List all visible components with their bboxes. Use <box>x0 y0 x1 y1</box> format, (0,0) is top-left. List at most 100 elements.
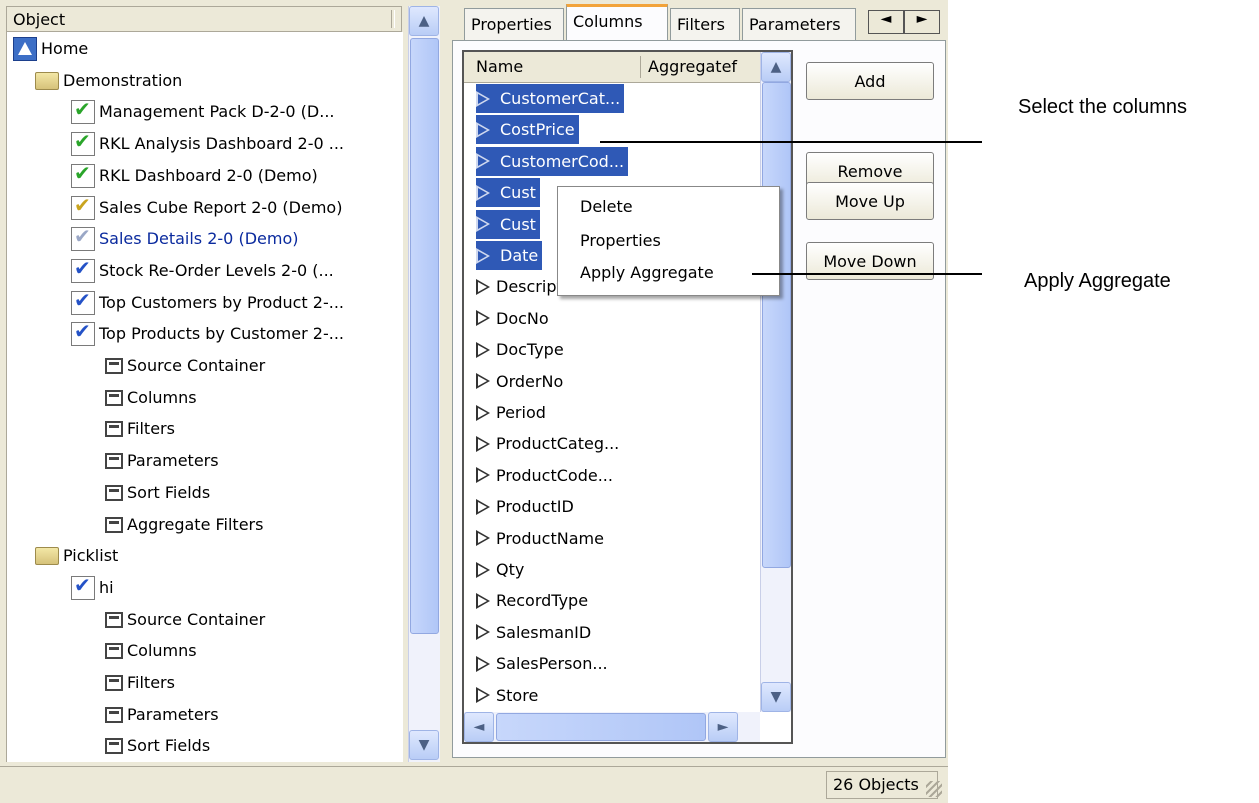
context-menu: Delete Properties Apply Aggregate <box>557 186 780 296</box>
column-row[interactable]: ProductCode... <box>476 461 613 490</box>
column-field-icon <box>476 278 490 295</box>
tree-item[interactable]: Parameters <box>105 446 219 476</box>
column-row[interactable]: Cust <box>476 209 540 239</box>
column-row[interactable]: Date <box>476 241 543 270</box>
column-row[interactable]: RecordType <box>476 586 588 615</box>
columns-scroll-left-button[interactable]: ◄ <box>464 712 494 742</box>
tab-filters[interactable]: Filters <box>670 8 740 40</box>
column-row[interactable]: CustomerCod... <box>476 146 629 176</box>
tree-scrollbar[interactable]: ▲ ▼ <box>408 6 440 762</box>
column-row[interactable]: DocNo <box>476 304 549 333</box>
tree-item[interactable]: RKL Dashboard 2-0 (Demo) <box>71 161 318 191</box>
tree-scroll-thumb[interactable] <box>410 38 439 634</box>
column-row[interactable]: SalesmanID <box>476 618 591 647</box>
column-field-icon <box>476 310 490 327</box>
column-field-icon <box>476 687 490 704</box>
column-row[interactable]: OrderNo <box>476 367 563 396</box>
add-button[interactable]: Add <box>806 62 934 100</box>
node-icon <box>105 516 123 533</box>
tab-parameters[interactable]: Parameters <box>742 8 856 40</box>
tree-item[interactable]: Home <box>13 34 88 64</box>
tree-item[interactable]: Management Pack D-2-0 (D... <box>71 97 335 127</box>
columns-scroll-up-button[interactable]: ▲ <box>761 52 791 82</box>
column-row[interactable]: CustomerCat... <box>476 84 625 113</box>
tree-item-label: Parameters <box>127 451 219 471</box>
column-field-icon <box>476 530 490 547</box>
column-field-icon <box>476 498 490 515</box>
tree-scroll-up-button[interactable]: ▲ <box>409 6 439 36</box>
tree-item-label: Home <box>41 39 89 58</box>
tab-properties[interactable]: Properties <box>464 8 564 40</box>
columns-list-header: Name Aggregatef <box>464 52 764 83</box>
columns-vscrollbar[interactable]: ▲ ▼ <box>760 52 791 712</box>
tree-item[interactable]: Sort Fields <box>105 478 210 508</box>
tree-item[interactable]: Stock Re-Order Levels 2-0 (... <box>71 256 334 286</box>
column-row[interactable]: Qty <box>476 555 524 584</box>
tree-item[interactable]: Parameters <box>105 700 219 730</box>
tree-item[interactable]: Source Container <box>105 351 265 381</box>
tree-item[interactable]: RKL Analysis Dashboard 2-0 ... <box>71 129 344 159</box>
tree-item-label: Columns <box>127 641 197 661</box>
column-field-icon <box>476 373 490 390</box>
tree-item[interactable]: Sort Fields <box>105 731 210 761</box>
column-row[interactable]: DocType <box>476 335 564 364</box>
column-row[interactable]: CostPrice <box>476 115 579 145</box>
columns-scroll-right-button[interactable]: ► <box>708 712 738 742</box>
tree-item-label: RKL Analysis Dashboard 2-0 ... <box>99 134 344 154</box>
column-row[interactable]: Period <box>476 398 546 427</box>
context-menu-item-properties[interactable]: Properties <box>580 231 661 250</box>
tree-item[interactable]: Filters <box>105 668 175 698</box>
tree-item[interactable]: Sales Cube Report 2-0 (Demo) <box>71 193 342 223</box>
tree-item[interactable]: Top Customers by Product 2-... <box>71 288 344 318</box>
column-resize-handle[interactable] <box>391 10 395 28</box>
home-icon <box>13 37 37 61</box>
tree-item[interactable]: Demonstration <box>35 66 182 96</box>
tree-item[interactable]: Picklist <box>35 541 118 571</box>
tree-item[interactable]: Columns <box>105 636 197 666</box>
column-row-label: Store <box>496 685 539 705</box>
tab-columns[interactable]: Columns <box>566 4 668 42</box>
columns-scroll-thumb[interactable] <box>762 82 791 568</box>
columns-list[interactable]: Name Aggregatef CustomerCat... CostPrice C… <box>462 50 793 744</box>
node-icon <box>105 643 123 660</box>
column-row-label: ProductCateg... <box>496 434 620 454</box>
tree-item-label: hi <box>99 577 114 597</box>
column-row[interactable]: ProductID <box>476 492 574 521</box>
report-blue-icon <box>71 288 95 315</box>
move-up-button[interactable]: Move Up <box>806 182 934 220</box>
column-row[interactable]: ProductCateg... <box>476 429 619 458</box>
tree-item[interactable]: Aggregate Filters <box>105 510 263 540</box>
columns-hscroll-thumb[interactable] <box>496 713 706 741</box>
resize-grip-icon[interactable] <box>926 781 942 797</box>
column-header-aggregate[interactable]: Aggregatef <box>648 57 737 76</box>
tree-item[interactable]: Sales Details 2-0 (Demo) <box>71 224 298 254</box>
node-icon <box>105 706 123 723</box>
tree-item-label: Management Pack D-2-0 (D... <box>99 102 335 122</box>
context-menu-item-delete[interactable]: Delete <box>580 197 633 216</box>
column-field-icon <box>476 435 490 452</box>
tree-item[interactable]: Columns <box>105 383 197 413</box>
column-row[interactable]: ProductName <box>476 524 604 553</box>
context-menu-item-apply-aggregate[interactable]: Apply Aggregate <box>580 263 714 282</box>
report-yellow-icon <box>71 193 95 220</box>
tree-item[interactable]: Filters <box>105 414 175 444</box>
tree-item[interactable]: hi <box>71 573 114 603</box>
column-field-icon <box>476 655 490 672</box>
columns-hscrollbar[interactable]: ◄ ► <box>464 712 760 742</box>
tree-item[interactable]: Top Products by Customer 2-... <box>71 319 344 349</box>
tree-column-header[interactable]: Object <box>6 6 402 32</box>
column-header-name[interactable]: Name <box>476 57 523 76</box>
report-green-icon <box>71 161 95 188</box>
column-row[interactable]: Store <box>476 681 538 710</box>
tree-item-label: Parameters <box>127 704 219 724</box>
tree-item[interactable]: Source Container <box>105 605 265 635</box>
tab-scroll-right-button[interactable]: ► <box>904 10 940 34</box>
chevron-right-icon: ► <box>916 11 928 27</box>
tab-scroll-left-button[interactable]: ◄ <box>868 10 904 34</box>
columns-scroll-down-button[interactable]: ▼ <box>761 682 791 712</box>
tree-scroll-down-button[interactable]: ▼ <box>409 730 439 760</box>
column-field-icon <box>476 404 490 421</box>
tree-item-label: Filters <box>127 419 175 439</box>
column-row[interactable]: SalesPerson... <box>476 649 608 678</box>
column-row[interactable]: Cust <box>476 178 540 208</box>
